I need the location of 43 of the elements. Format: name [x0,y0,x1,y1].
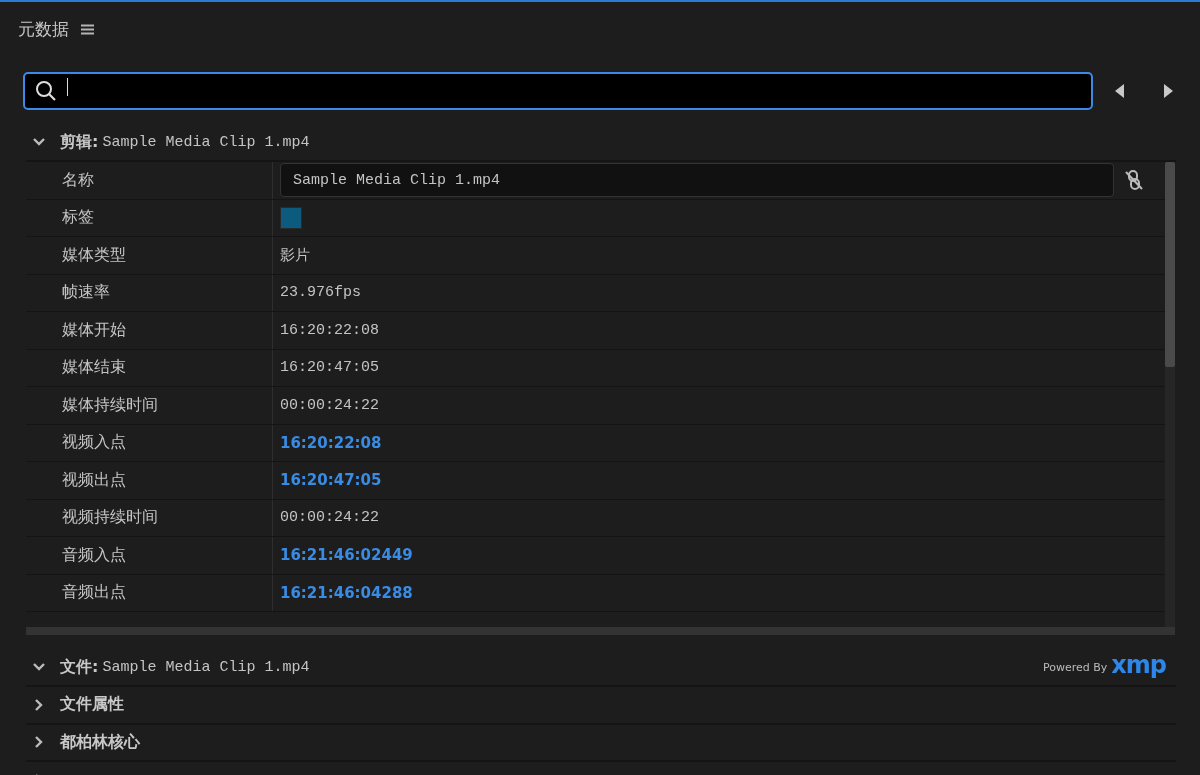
section-label: 剪辑: [60,131,99,153]
search-icon [35,80,57,102]
group-label: 都柏林核心 [60,731,140,753]
property-value: 23.976fps [280,284,361,302]
property-label: 视频出点 [26,462,273,499]
timecode-link[interactable]: 16:20:22:08 [280,433,382,452]
group-header[interactable]: 都柏林核心 [26,724,1176,762]
property-value: 16:20:22:08 [280,321,380,339]
timecode-link[interactable]: 16:21:46:04288 [280,583,413,602]
menu-icon[interactable] [81,23,94,35]
group-header[interactable]: 文件属性 [26,687,1176,725]
property-label: 音频入点 [26,537,273,574]
property-label: 媒体开始 [26,312,273,349]
name-field[interactable]: Sample Media Clip 1.mp4 [280,163,1114,198]
timecode-link[interactable]: 16:21:46:02449 [280,546,413,565]
property-label: 音频出点 [26,574,273,611]
section-value: Sample Media Clip 1.mp4 [102,658,310,676]
section-value: Sample Media Clip 1.mp4 [102,133,310,151]
group-label: 文件属性 [60,694,124,716]
property-label: 帧速率 [26,274,273,311]
search-field[interactable] [23,72,1093,110]
section-header[interactable]: 文件: Sample Media Clip 1.mp4 Powered By xmp [26,649,1176,687]
property-label: 媒体结束 [26,349,273,386]
timecode-link[interactable]: 16:20:47:05 [280,471,382,490]
panel-title: 元数据 [18,17,69,41]
property-label: 视频入点 [26,424,273,461]
property-label: 标签 [26,199,273,236]
property-label: 媒体持续时间 [26,387,273,424]
xmp-logo: xmp [1111,653,1166,677]
property-value: 16:20:47:05 [280,359,380,377]
previous-icon[interactable] [1115,84,1125,98]
section-label: 文件: [60,656,99,678]
property-value: 00:00:24:22 [280,396,380,414]
scrollbar-thumb[interactable] [1165,162,1175,367]
label-swatch[interactable] [280,206,302,229]
property-label: 媒体类型 [26,237,273,274]
next-icon[interactable] [1163,84,1173,98]
powered-by-text: Powered By [1043,660,1108,674]
unlink-icon[interactable] [1124,169,1144,192]
property-value: 00:00:24:22 [280,509,380,527]
property-value: 影片 [280,246,310,265]
property-label: 名称 [26,162,273,199]
property-label: 视频持续时间 [26,499,273,536]
